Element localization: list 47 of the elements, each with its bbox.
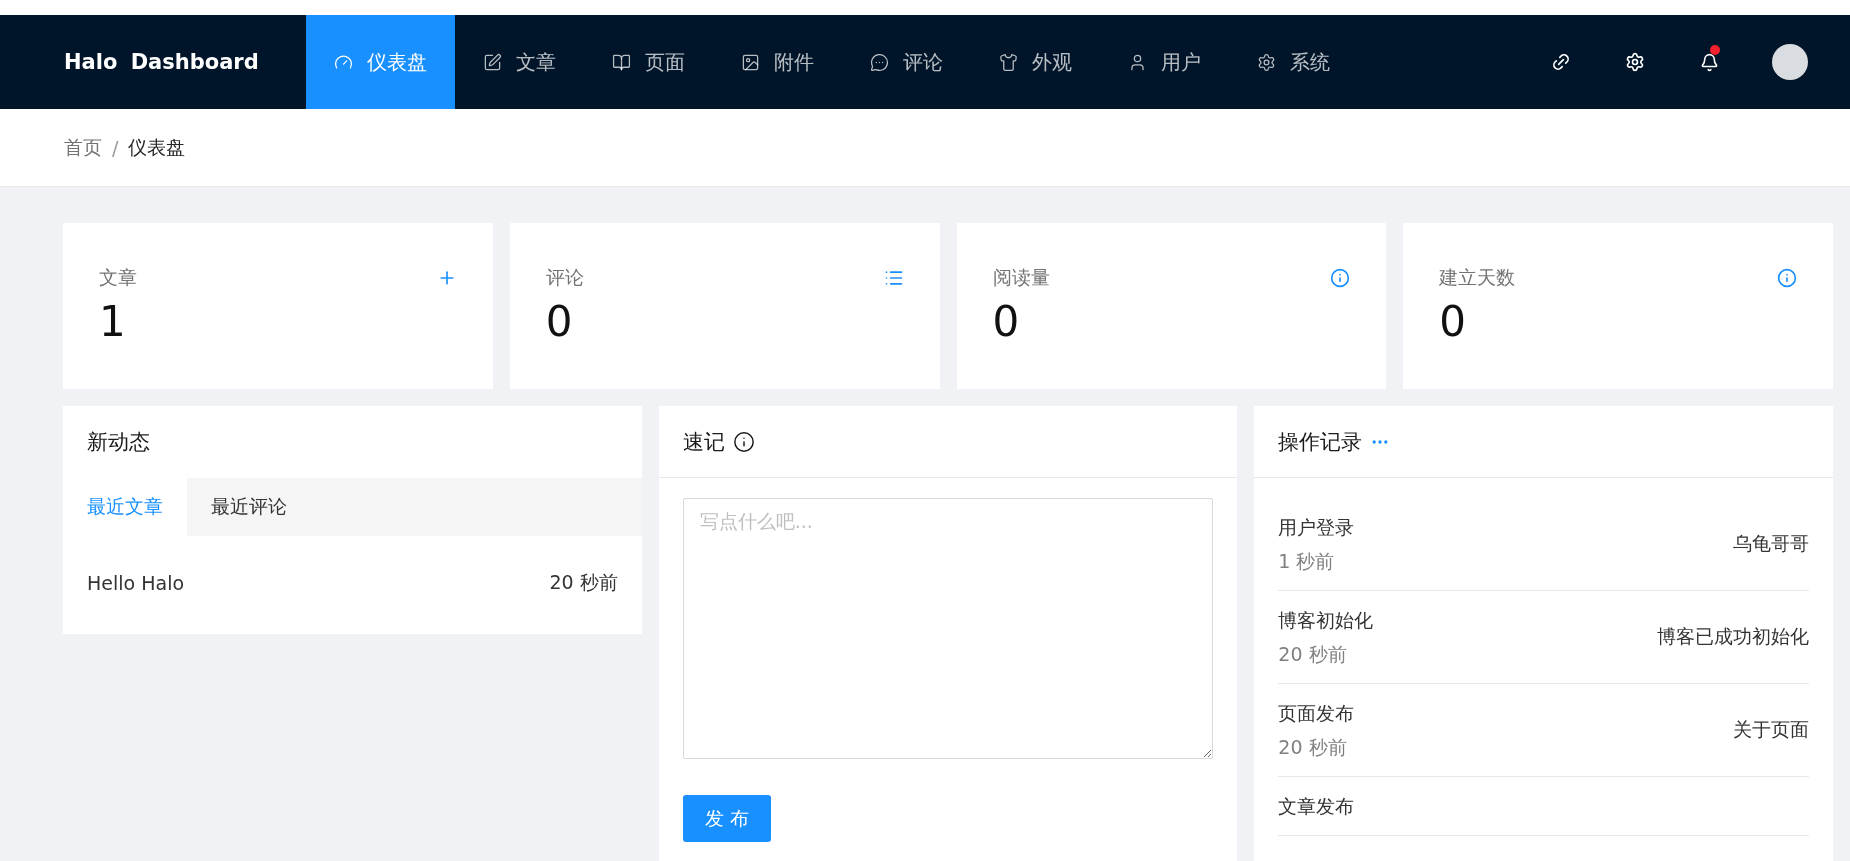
stat-label: 文章 <box>99 265 137 290</box>
log-type: 博客初始化 <box>1278 608 1374 633</box>
stat-label: 建立天数 <box>1439 265 1516 290</box>
user-icon <box>1128 52 1147 72</box>
book-icon <box>612 52 631 72</box>
post-title[interactable]: Hello Halo <box>87 572 185 594</box>
info-icon[interactable] <box>732 430 755 453</box>
log-content: 博客已成功初始化 <box>1657 624 1809 649</box>
nav-tab[interactable]: 外观 <box>971 15 1100 109</box>
stat-value: 0 <box>545 297 573 346</box>
list-icon[interactable] <box>883 268 904 288</box>
breadcrumb-link[interactable]: 首页 <box>64 134 102 161</box>
memo-field[interactable]: 写点什么吧... <box>682 498 1214 759</box>
panel-title: 操作记录 <box>1278 428 1363 456</box>
stat-label: 阅读量 <box>992 265 1050 290</box>
stat-value: 0 <box>992 297 1020 346</box>
breadcrumb-separator: / <box>112 136 119 159</box>
stat-value: 1 <box>99 297 126 346</box>
nav-tab[interactable]: 评论 <box>842 15 971 109</box>
nav-tab[interactable]: 页面 <box>584 15 713 109</box>
edit-icon <box>483 52 502 72</box>
log-content: 乌龟哥哥 <box>1733 531 1809 556</box>
log-type: 文章发布 <box>1278 794 1355 819</box>
nav-tab[interactable]: 系统 <box>1229 15 1358 109</box>
info-icon <box>1777 268 1797 288</box>
panel-title: 新动态 <box>87 429 150 456</box>
log-time: 20 秒前 <box>1278 642 1348 667</box>
tab[interactable]: 最近评论 <box>187 478 311 536</box>
info-icon <box>1330 268 1351 288</box>
post-time: 20 秒前 <box>549 570 618 595</box>
image-icon <box>741 52 760 72</box>
nav-tab[interactable]: 用户 <box>1100 15 1229 109</box>
chat-icon <box>870 52 889 72</box>
log-time: 20 秒前 <box>1278 735 1348 760</box>
log-content: 关于页面 <box>1733 717 1809 742</box>
panel-title: 速记 <box>682 428 725 456</box>
log-type: 用户登录 <box>1278 515 1355 540</box>
nav-tab[interactable]: 附件 <box>713 15 842 109</box>
avatar[interactable] <box>1772 44 1808 80</box>
shirt-icon <box>999 52 1018 72</box>
log-type: 页面发布 <box>1278 701 1355 726</box>
brand-title[interactable]: Halo Dashboard <box>64 15 306 109</box>
stat-label: 评论 <box>545 265 584 290</box>
nav-tab[interactable]: 文章 <box>455 15 584 109</box>
stat-value: 0 <box>1439 297 1466 346</box>
log-time: 1 秒前 <box>1278 549 1336 574</box>
settings-icon <box>1257 52 1276 72</box>
